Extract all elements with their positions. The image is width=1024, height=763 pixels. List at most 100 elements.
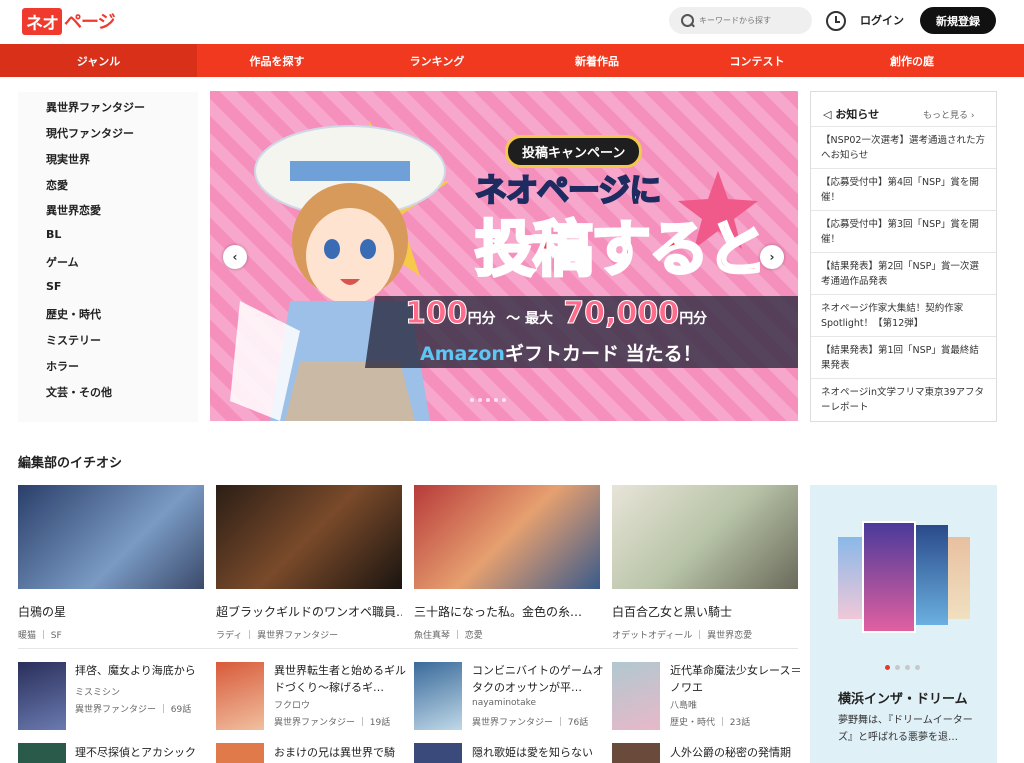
list-title[interactable]: 近代革命魔法少女レース＝ノワエ — [670, 662, 805, 696]
nav-contest[interactable]: コンテスト — [677, 44, 837, 77]
list-title[interactable]: コンビニバイトのゲームオタクのオッサンが平… — [472, 662, 607, 696]
list-author[interactable]: nayaminotake — [472, 698, 536, 708]
pick-author[interactable]: 暖猫 — [18, 631, 36, 641]
amount-sep: 〜 最大 — [506, 311, 553, 327]
list-genre[interactable]: 異世界ファンタジー — [274, 718, 355, 728]
news-item[interactable]: ネオページ作家大集結！契約作家Spotlight！【第12弾】 — [811, 294, 996, 336]
list-cover[interactable] — [612, 743, 660, 763]
list-meta: 歴史・時代 ｜ 23話 — [670, 718, 751, 728]
list-episodes: 23話 — [729, 718, 751, 728]
news-title: ◁ お知らせ — [823, 106, 879, 122]
banner-illustration — [230, 121, 450, 421]
pagination-dot[interactable] — [895, 665, 900, 670]
pick-title[interactable]: 白鴉の星 — [18, 603, 204, 620]
list-genre[interactable]: 異世界ファンタジー — [75, 705, 156, 715]
pick-author[interactable]: オデットオディール — [612, 631, 692, 641]
feature-book-side — [948, 537, 970, 619]
genre-item[interactable]: 現実世界 — [46, 151, 90, 167]
genre-item[interactable]: SF — [46, 280, 61, 293]
genre-item[interactable]: 異世界恋愛 — [46, 202, 101, 218]
list-genre[interactable]: 歴史・時代 — [670, 718, 715, 728]
pagination-dot[interactable] — [470, 398, 474, 402]
list-cover[interactable] — [612, 662, 660, 730]
nav-new-works[interactable]: 新着作品 — [517, 44, 677, 77]
news-item[interactable]: 【結果発表】第2回「NSP」賞一次選考通過作品発表 — [811, 252, 996, 294]
pagination-dot[interactable] — [502, 398, 506, 402]
list-title[interactable]: 人外公爵の秘密の発情期 — [670, 744, 805, 761]
news-item[interactable]: 【応募受付中】第4回「NSP」賞を開催！ — [811, 168, 996, 210]
list-genre[interactable]: 異世界ファンタジー — [472, 718, 553, 728]
list-author[interactable]: フクロウ — [274, 698, 310, 711]
pick-title[interactable]: 三十路になった私。金色の糸… — [414, 603, 600, 620]
nav-genre[interactable]: ジャンル — [0, 44, 197, 77]
banner-next-arrow-icon[interactable]: › — [760, 245, 784, 269]
list-cover[interactable] — [18, 662, 66, 730]
genre-item[interactable]: ミステリー — [46, 332, 101, 348]
pick-cover-2[interactable] — [216, 485, 402, 589]
nav-ranking[interactable]: ランキング — [357, 44, 517, 77]
search-box[interactable] — [669, 7, 812, 34]
genre-item[interactable]: 現代ファンタジー — [46, 125, 134, 141]
genre-item[interactable]: 歴史・時代 — [46, 306, 101, 322]
site-logo[interactable]: ネオ ページ — [22, 7, 116, 35]
list-cover[interactable] — [216, 662, 264, 730]
genre-item[interactable]: ゲーム — [46, 254, 79, 270]
signup-button[interactable]: 新規登録 — [920, 7, 996, 34]
genre-item[interactable]: BL — [46, 228, 61, 241]
gift-brand: Amazon — [420, 343, 505, 365]
list-episodes: 76話 — [567, 718, 589, 728]
pick-author[interactable]: ラディ — [216, 631, 242, 641]
list-title[interactable]: 拝啓、魔女より海底から — [75, 662, 210, 679]
genre-item[interactable]: 異世界ファンタジー — [46, 99, 145, 115]
list-author[interactable]: ミスミシン — [75, 685, 120, 698]
pagination-dot[interactable] — [905, 665, 910, 670]
nav-search-works[interactable]: 作品を探す — [197, 44, 357, 77]
nav-creation-garden[interactable]: 創作の庭 — [837, 44, 987, 77]
pick-genre[interactable]: 異世界ファンタジー — [257, 631, 338, 641]
list-cover[interactable] — [414, 662, 462, 730]
history-icon[interactable] — [826, 11, 846, 31]
login-link[interactable]: ログイン — [860, 12, 904, 28]
pick-title[interactable]: 超ブラックギルドのワンオペ職員… — [216, 603, 402, 620]
pagination-dot[interactable] — [915, 665, 920, 670]
pick-genre[interactable]: SF — [51, 631, 62, 641]
feature-title[interactable]: 横浜インザ・ドリーム — [838, 688, 968, 707]
news-more-label: もっと見る — [923, 111, 969, 121]
pick-cover-3[interactable] — [414, 485, 600, 589]
genre-item[interactable]: 文芸・その他 — [46, 384, 112, 400]
pick-author[interactable]: 魚住真琴 — [414, 631, 450, 641]
amount-unit: 円分 — [467, 311, 496, 327]
list-title[interactable]: 異世界転生者と始めるギルドづくり〜稼げるギ… — [274, 662, 409, 696]
banner-pagination — [470, 398, 506, 402]
search-icon — [681, 13, 695, 28]
news-item[interactable]: ネオページin文学フリマ東京39アフターレポート — [811, 378, 996, 422]
main-nav: ジャンル 作品を探す ランキング 新着作品 コンテスト 創作の庭 — [0, 44, 1024, 77]
list-cover[interactable] — [216, 743, 264, 763]
list-cover[interactable] — [18, 743, 66, 763]
list-author[interactable]: 八島唯 — [670, 698, 697, 711]
campaign-banner[interactable]: 投稿キャンペーン ネオページに 投稿すると 100円分 〜 最大 70,000円… — [210, 91, 798, 421]
pick-genre[interactable]: 恋愛 — [465, 631, 483, 641]
news-item[interactable]: 【結果発表】第1回「NSP」賞最終結果発表 — [811, 336, 996, 378]
genre-item[interactable]: ホラー — [46, 358, 79, 374]
pick-title[interactable]: 白百合乙女と黒い騎士 — [612, 603, 798, 620]
pick-genre[interactable]: 異世界恋愛 — [707, 631, 752, 641]
news-more-link[interactable]: もっと見る › — [923, 108, 974, 121]
list-title[interactable]: 隠れ歌姫は愛を知らない — [472, 744, 607, 761]
banner-prev-arrow-icon[interactable]: ‹ — [223, 245, 247, 269]
pagination-dot[interactable] — [885, 665, 890, 670]
list-title[interactable]: おまけの兄は異世界で騎 — [274, 744, 409, 761]
pagination-dot[interactable] — [478, 398, 482, 402]
pick-cover-1[interactable] — [18, 485, 204, 589]
list-title[interactable]: 理不尽探偵とアカシック — [75, 744, 210, 761]
genre-item[interactable]: 恋愛 — [46, 177, 68, 193]
pagination-dot[interactable] — [486, 398, 490, 402]
gift-rest: ギフトカード 当たる！ — [504, 343, 702, 365]
pagination-dot[interactable] — [494, 398, 498, 402]
list-episodes: 69話 — [170, 705, 192, 715]
news-item[interactable]: 【応募受付中】第3回「NSP」賞を開催！ — [811, 210, 996, 252]
news-item[interactable]: 【NSP02一次選考】選考通過された方へお知らせ — [811, 126, 996, 168]
pick-cover-4[interactable] — [612, 485, 798, 589]
search-input[interactable] — [699, 16, 804, 25]
list-cover[interactable] — [414, 743, 462, 763]
